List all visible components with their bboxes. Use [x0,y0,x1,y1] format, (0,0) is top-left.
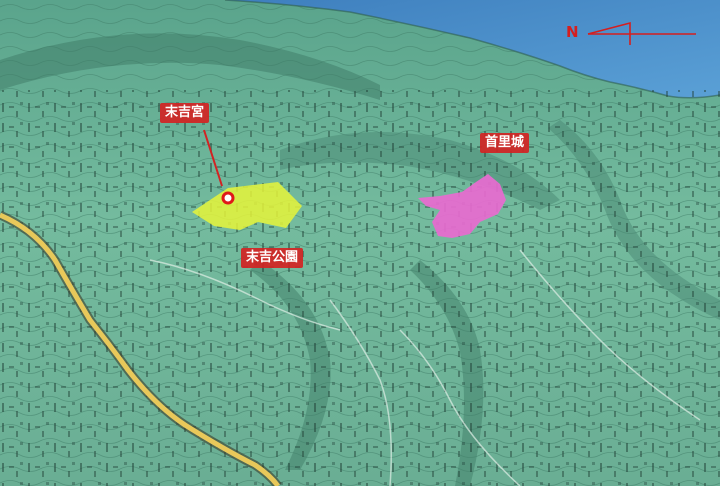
label-shuri-castle: 首里城 [480,133,530,153]
label-sueyoshi-gu: 末吉宮 [160,103,210,123]
north-arrow-icon: N [566,20,700,48]
circle-marker-icon [221,191,235,205]
north-arrow-graphic [587,21,696,45]
map-view[interactable]: 末吉宮 首里城 末吉公園 N [0,0,720,486]
label-sueyoshi-park: 末吉公園 [241,248,304,268]
map-annotation-texture [0,90,720,486]
north-letter: N [566,23,579,41]
terrain-map [0,0,720,486]
